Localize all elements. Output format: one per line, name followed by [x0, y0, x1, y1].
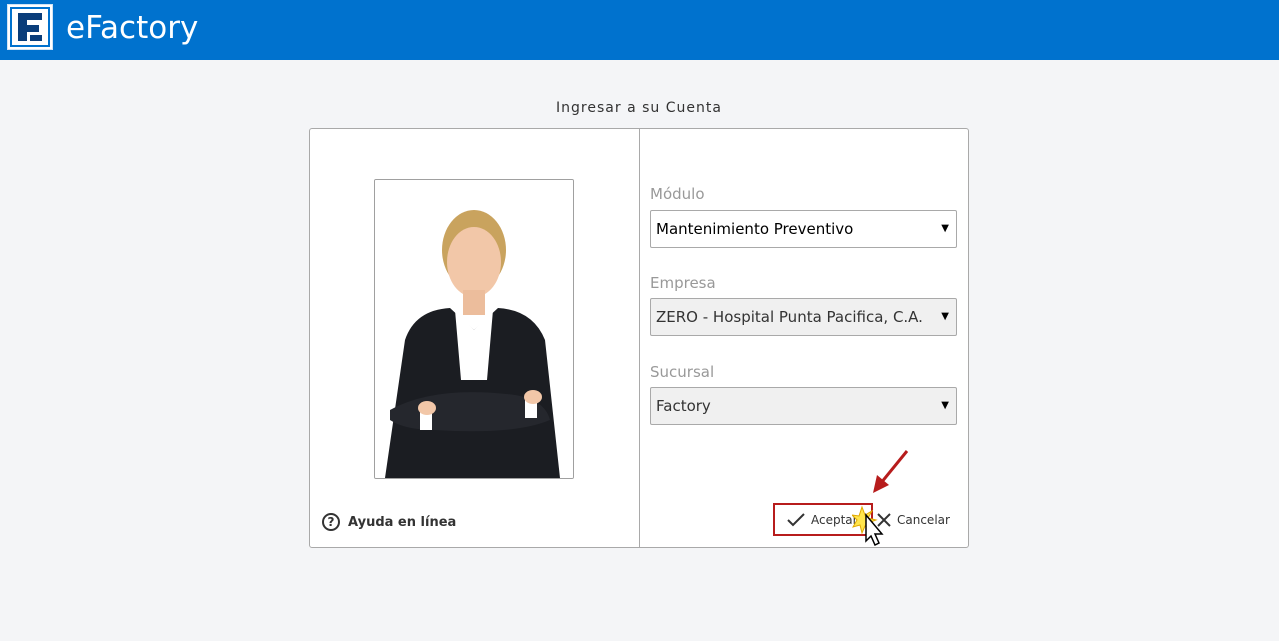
app-title: eFactory [66, 10, 199, 46]
caret-down-icon: ▼ [941, 223, 949, 234]
modulo-select[interactable]: Mantenimiento Preventivo ▼ [650, 210, 957, 248]
sucursal-select-value: Factory [656, 397, 711, 415]
efactory-logo-icon [7, 4, 53, 50]
checkmark-icon [787, 512, 805, 526]
help-online-link[interactable]: ? Ayuda en línea [322, 513, 456, 531]
modulo-select-value: Mantenimiento Preventivo [656, 220, 854, 238]
cancel-button-label: Cancelar [897, 513, 950, 527]
question-circle-icon: ? [322, 513, 340, 531]
sucursal-select[interactable]: Factory ▼ [650, 387, 957, 425]
accept-button-label: Aceptar [811, 512, 858, 527]
empresa-select[interactable]: ZERO - Hospital Punta Pacifica, C.A. ▼ [650, 298, 957, 336]
caret-down-icon: ▼ [941, 400, 949, 411]
sucursal-label: Sucursal [650, 363, 715, 381]
modulo-label: Módulo [650, 185, 705, 203]
login-card: ? Ayuda en línea Módulo Mantenimiento Pr… [309, 128, 969, 548]
help-online-label: Ayuda en línea [348, 514, 457, 530]
empresa-select-value: ZERO - Hospital Punta Pacifica, C.A. [656, 308, 923, 326]
top-bar: eFactory [0, 0, 1279, 60]
mouse-cursor-icon [852, 505, 884, 547]
empresa-label: Empresa [650, 274, 716, 292]
card-divider [639, 129, 640, 547]
login-title: Ingresar a su Cuenta [556, 100, 722, 116]
caret-down-icon: ▼ [941, 311, 949, 322]
user-photo [374, 179, 574, 479]
annotation-arrow-icon [873, 450, 909, 493]
